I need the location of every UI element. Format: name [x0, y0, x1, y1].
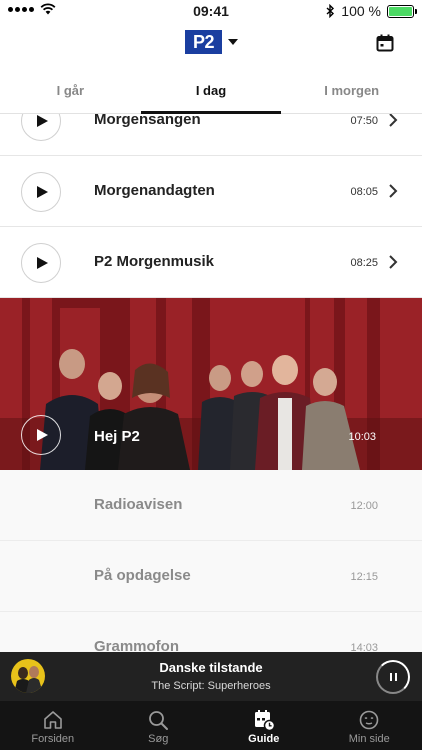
program-row[interactable]: P2 Morgenmusik 08:25 [0, 227, 422, 298]
nav-item-guide[interactable]: Guide [211, 701, 317, 750]
bottom-nav: Forsiden Søg Guide Min side [0, 701, 422, 750]
tab-yesterday[interactable]: I går [0, 70, 141, 113]
nav-label: Min side [348, 733, 390, 745]
search-icon [149, 711, 169, 730]
program-time: 12:00 [350, 500, 378, 512]
program-title: Morgensangen [94, 114, 201, 128]
tab-tomorrow[interactable]: I morgen [281, 70, 422, 113]
day-tabs: I går I dag I morgen [0, 70, 422, 114]
pause-icon [389, 673, 397, 681]
featured-photo [0, 298, 422, 470]
program-time: 08:05 [350, 186, 378, 198]
chevron-right-icon [389, 114, 398, 127]
nav-label: Guide [248, 733, 280, 745]
program-time: 12:15 [350, 571, 378, 583]
play-button[interactable] [21, 172, 61, 212]
program-title: Morgenandagten [94, 182, 215, 199]
tab-today[interactable]: I dag [140, 70, 282, 114]
pause-button[interactable] [376, 660, 410, 694]
battery-percent: 100 % [341, 3, 381, 19]
now-playing-title: Danske tilstande [159, 660, 263, 675]
program-title: Grammofon [94, 638, 180, 652]
program-time: 08:25 [350, 257, 378, 269]
play-icon [36, 186, 48, 198]
battery-icon [387, 4, 417, 18]
channel-selector[interactable]: P2 [185, 30, 238, 54]
upcoming-row[interactable]: Radioavisen 12:00 [0, 470, 422, 541]
mini-player[interactable]: Danske tilstande The Script: Superheroes [0, 652, 422, 701]
nav-item-sog[interactable]: Søg [106, 701, 212, 750]
program-title: På opdagelse [94, 567, 191, 584]
featured-title: Hej P2 [94, 428, 140, 445]
nav-label: Forsiden [31, 733, 75, 745]
guide-calendar-icon [254, 710, 275, 731]
app-header: P2 [0, 22, 422, 70]
play-icon [36, 257, 48, 269]
program-row[interactable]: Morgensangen 07:50 [0, 114, 422, 156]
play-button[interactable] [21, 243, 61, 283]
profile-icon [359, 710, 379, 730]
play-button[interactable] [21, 415, 61, 455]
status-bar: 09:41 100 % [0, 0, 422, 22]
play-button[interactable] [21, 114, 61, 141]
bluetooth-icon [326, 4, 335, 18]
program-row[interactable]: Morgenandagten 08:05 [0, 156, 422, 227]
program-title: Radioavisen [94, 496, 183, 513]
upcoming-row[interactable]: Grammofon 14:03 [0, 612, 422, 652]
nav-item-forsiden[interactable]: Forsiden [0, 701, 106, 750]
now-playing-track: The Script: Superheroes [151, 680, 271, 692]
battery-area: 100 % [326, 3, 417, 19]
nav-item-min-side[interactable]: Min side [317, 701, 422, 750]
program-time: 14:03 [350, 642, 378, 652]
nav-label: Søg [148, 733, 169, 745]
play-icon [36, 115, 48, 127]
home-icon [43, 711, 62, 729]
chevron-right-icon [389, 255, 398, 269]
channel-logo: P2 [185, 30, 222, 54]
program-time: 07:50 [350, 115, 378, 127]
play-icon [36, 429, 48, 441]
featured-program[interactable]: Hej P2 10:03 [0, 298, 422, 470]
featured-time: 10:03 [348, 431, 376, 443]
chevron-right-icon [389, 184, 398, 198]
program-list: Morgensangen 07:50 Morgenandagten 08:05 … [0, 114, 422, 652]
caret-down-icon [228, 39, 238, 45]
upcoming-row[interactable]: På opdagelse 12:15 [0, 541, 422, 612]
program-title: P2 Morgenmusik [94, 253, 215, 270]
calendar-icon[interactable] [376, 34, 394, 52]
